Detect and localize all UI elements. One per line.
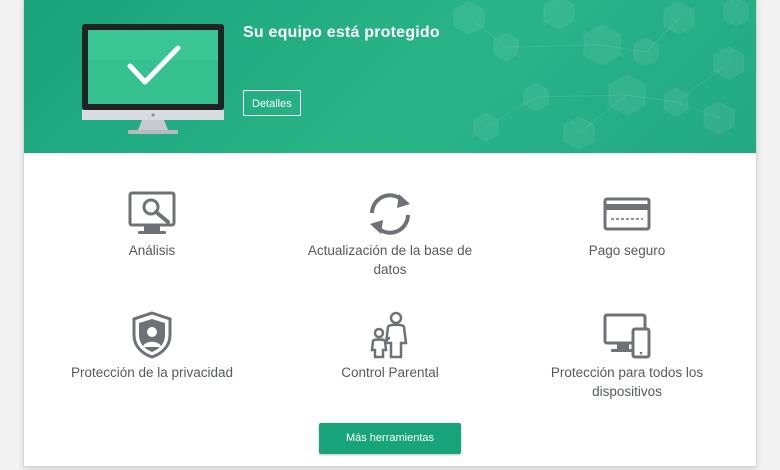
tile-database-update-label: Actualización de la base de datos [307, 243, 473, 277]
tile-privacy-protection-label: Protección de la privacidad [70, 365, 234, 380]
tile-scan[interactable]: Análisis [52, 191, 252, 260]
details-button[interactable]: Detalles [243, 90, 301, 116]
devices-icon [603, 313, 651, 359]
tile-parental-control[interactable]: Control Parental [290, 311, 490, 382]
status-banner: Su equipo está protegido Detalles [24, 0, 756, 153]
tools-grid: Análisis Actualización de la base de dat… [24, 153, 756, 423]
protection-status-title: Su equipo está protegido [243, 24, 440, 41]
monitor-scan-icon [128, 191, 176, 234]
app-window: Su equipo está protegido Detalles Anális… [24, 0, 756, 466]
more-tools-button[interactable]: Más herramientas [319, 423, 461, 454]
tile-scan-label: Análisis [128, 243, 176, 258]
tile-all-devices-protection[interactable]: Protección para todos los dispositivos [527, 311, 727, 401]
tile-privacy-protection[interactable]: Protección de la privacidad [52, 311, 252, 382]
tile-database-update[interactable]: Actualización de la base de datos [290, 191, 490, 279]
protected-monitor-icon [82, 24, 224, 134]
tile-safe-money[interactable]: Pago seguro [527, 191, 727, 260]
tile-all-devices-protection-label: Protección para todos los dispositivos [550, 365, 704, 399]
privacy-shield-icon [132, 311, 172, 359]
credit-card-icon [603, 197, 651, 231]
tile-safe-money-label: Pago seguro [588, 243, 666, 258]
parent-child-icon [370, 311, 408, 359]
update-arrows-icon [370, 193, 410, 235]
tile-parental-control-label: Control Parental [341, 365, 439, 380]
